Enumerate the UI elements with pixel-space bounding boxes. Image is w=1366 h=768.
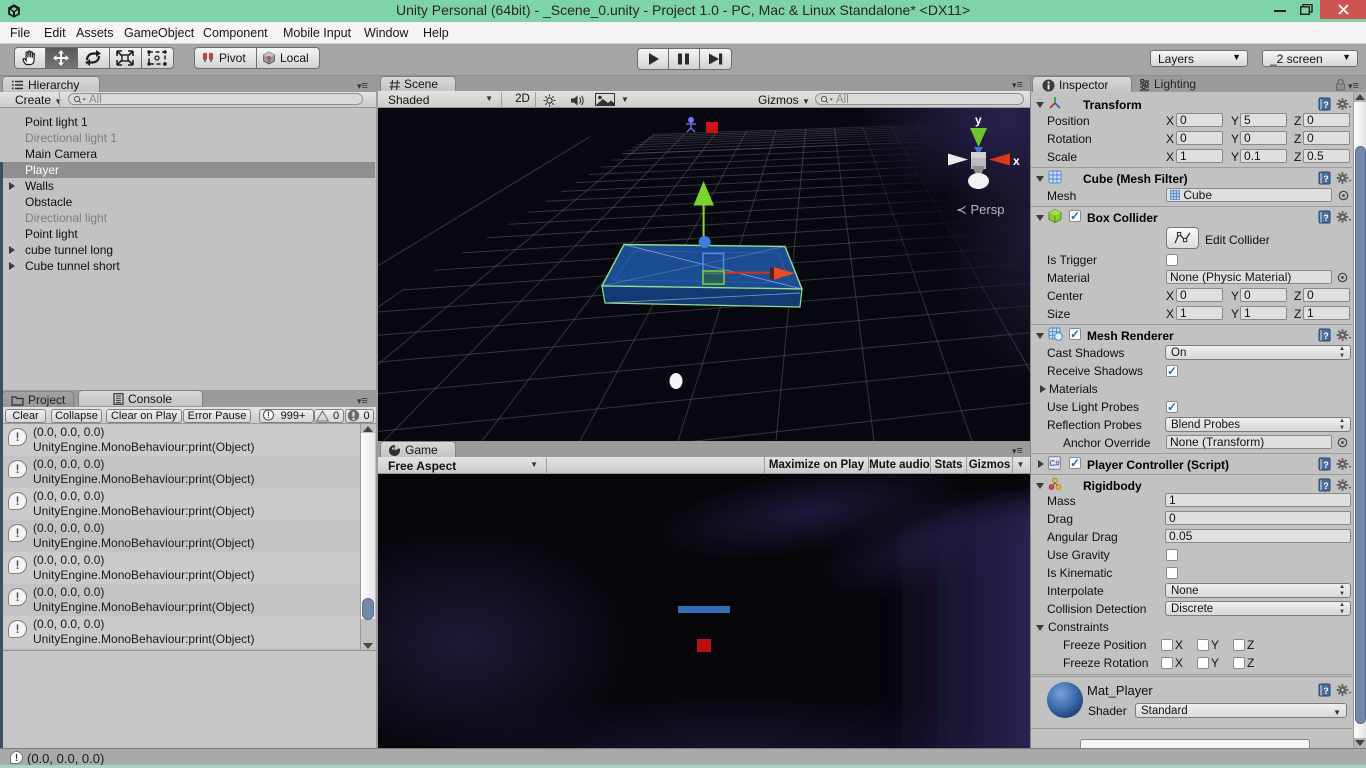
svg-text:?: ? [1323,331,1329,341]
svg-text:?: ? [1323,460,1329,470]
svg-text:?: ? [1323,213,1329,223]
svg-text:?: ? [1323,174,1329,184]
svg-text:y: y [975,113,982,127]
svg-text:≺ Persp: ≺ Persp [956,202,1004,217]
svg-text:?: ? [1323,100,1329,110]
svg-text:!: ! [267,410,270,420]
svg-text:?: ? [1323,686,1329,696]
svg-text:?: ? [1323,481,1329,491]
svg-text:x: x [1013,154,1020,168]
svg-text:C#: C# [1049,459,1060,468]
